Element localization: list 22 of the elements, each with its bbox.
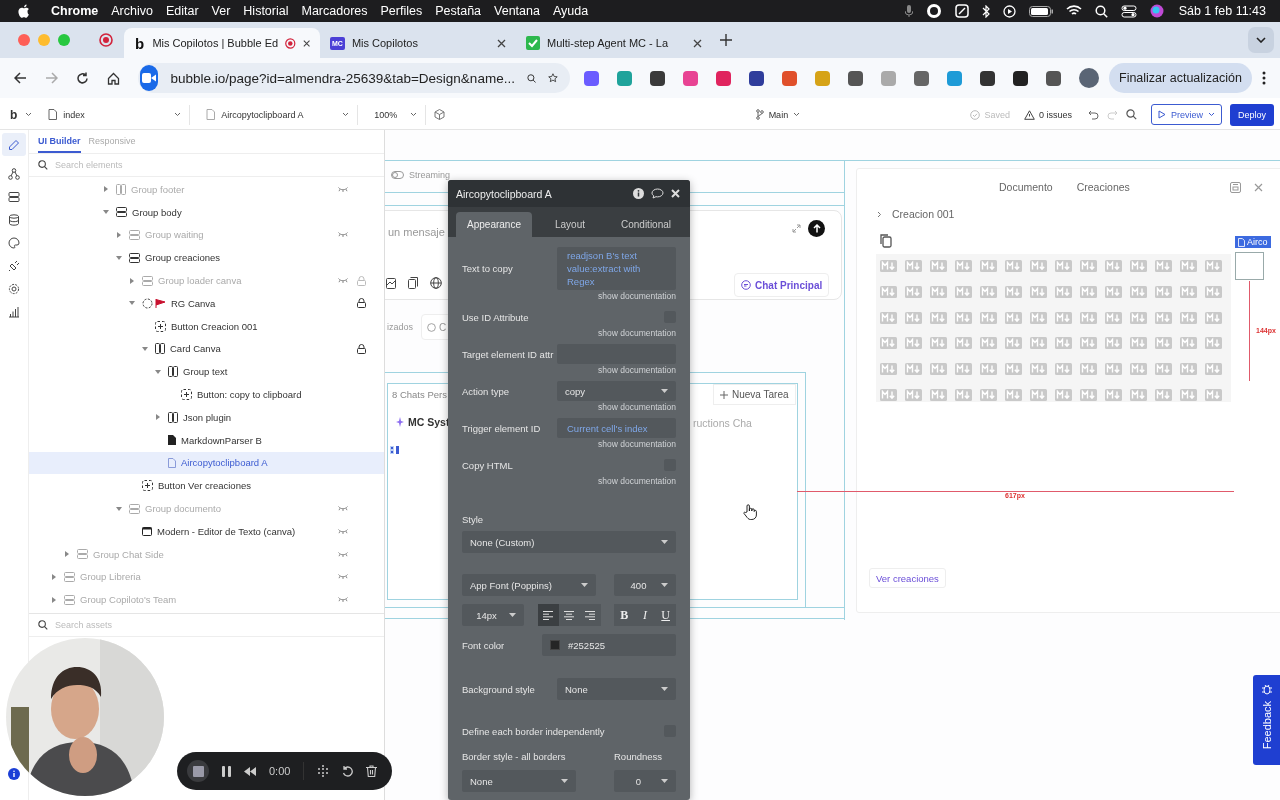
field-label: Target element ID attr	[462, 348, 554, 360]
field-label: Use ID Attribute	[462, 311, 529, 323]
editor-title: Aircopytoclipboard A	[456, 187, 553, 200]
favicon: b	[134, 34, 146, 52]
field-label: Action type	[462, 385, 509, 397]
url-text: bubble.io/page?id=almendra-25639&tab=Design&name...	[170, 70, 515, 86]
field-label: Border style - all borders	[462, 751, 567, 762]
field-label: Define each border independently	[462, 725, 605, 737]
tab-title: Mis Copilotos	[351, 37, 419, 49]
field-label: Copy HTML	[462, 459, 513, 471]
chat-item-text: ructions Cha	[693, 417, 752, 429]
field-label: Trigger element ID	[462, 422, 541, 434]
saved-status: Saved	[970, 109, 1010, 120]
tab-title: Multi-step Agent MC - La	[547, 37, 670, 49]
field-label: Style	[462, 514, 485, 525]
recording-time: 0:00	[269, 765, 291, 777]
field-label: Font color	[462, 639, 505, 651]
chats-count: 8 Chats Pers	[392, 389, 447, 400]
tab-title: Mis Copilotos | Bubble Ed	[152, 37, 279, 49]
field-label: Roundness	[614, 751, 664, 762]
field-label: Text to copy	[462, 263, 513, 274]
field-label: Background style	[462, 683, 535, 695]
